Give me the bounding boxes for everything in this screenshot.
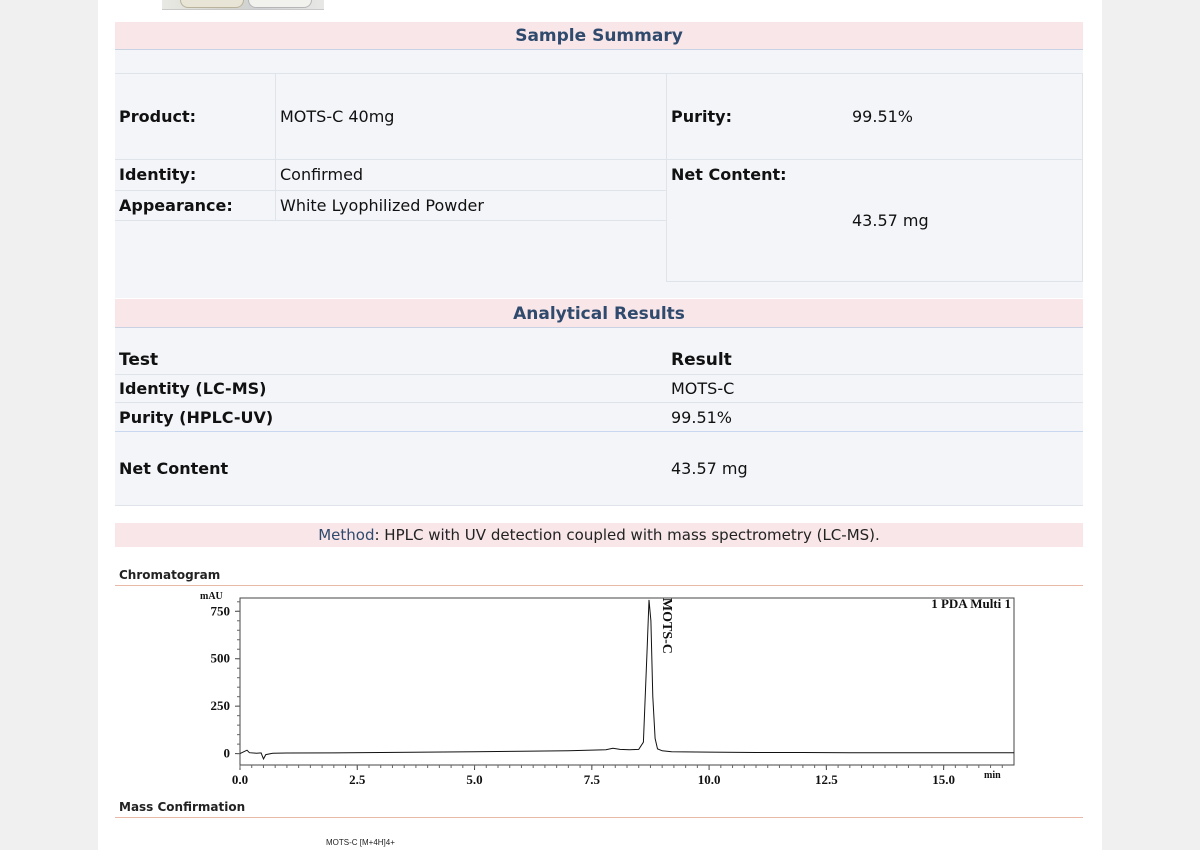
x-axis-unit-label: min [984,770,1001,781]
plot-frame [239,597,1015,766]
mass-confirmation-heading: Mass Confirmation [119,800,246,814]
results-header-test: Test [119,350,159,370]
report-page: Sample Summary Product: MOTS-C 40mg Puri… [98,0,1102,850]
purity-label: Purity: [671,107,732,126]
results-header-result: Result [671,350,732,370]
x-tick-label: 10.0 [698,772,721,787]
y-tick-label: 250 [211,698,231,713]
y-tick-label: 500 [211,651,231,666]
peak-label: MOTS-C [659,598,674,654]
chromatogram-heading: Chromatogram [119,568,221,582]
identity-label: Identity: [119,165,197,184]
method-bar: Method: HPLC with UV detection coupled w… [115,523,1083,547]
y-tick-label: 0 [224,746,231,761]
purity-value: 99.51% [852,107,914,126]
vial-cap-image [248,0,312,8]
x-tick-label: 2.5 [349,772,366,787]
results-row-test: Purity (HPLC-UV) [119,408,274,427]
analytical-results-heading: Analytical Results [115,299,1083,328]
appearance-label: Appearance: [119,196,233,215]
results-row-test: Identity (LC-MS) [119,379,267,398]
vial-cap-image [180,0,244,8]
x-axis: 0.0 2.5 5.0 7.5 10.0 12.5 15.0 [232,765,1003,787]
x-tick-label: 12.5 [815,772,838,787]
y-tick-label: 750 [211,603,231,618]
identity-value: Confirmed [280,165,364,184]
results-row-test: Net Content [119,459,229,478]
results-row-result: MOTS-C [671,379,735,398]
y-axis-unit-label: mAU [200,591,223,602]
divider [115,817,1083,818]
y-axis: 0 250 500 750 [211,601,240,761]
sample-summary-heading: Sample Summary [115,22,1083,50]
method-label: Method [318,526,375,544]
appearance-value: White Lyophilized Powder [280,196,484,215]
sample-summary-table [115,50,1083,298]
results-row-result: 99.51% [671,408,733,427]
net-content-value: 43.57 mg [852,211,929,230]
product-vial-image [162,0,324,10]
x-tick-label: 7.5 [584,772,601,787]
product-value: MOTS-C 40mg [280,107,395,126]
net-content-label: Net Content: [671,165,787,184]
chromatogram-chart: 0250500750 0.0 2.5 5.0 7.5 10.0 12.5 15.0 mAU … [200,591,1015,787]
x-tick-label: 15.0 [932,772,955,787]
results-row-result: 43.57 mg [671,459,748,478]
chromatogram-trace [239,599,1014,761]
x-tick-label: 5.0 [466,772,482,787]
divider [115,585,1083,586]
legend-label: 1 PDA Multi 1 [931,596,1011,611]
product-label: Product: [119,107,196,126]
x-tick-label: 0.0 [232,772,248,787]
method-text: : HPLC with UV detection coupled with ma… [374,526,880,544]
mass-peak-label: MOTS-C [M+4H]4+ [326,838,395,847]
